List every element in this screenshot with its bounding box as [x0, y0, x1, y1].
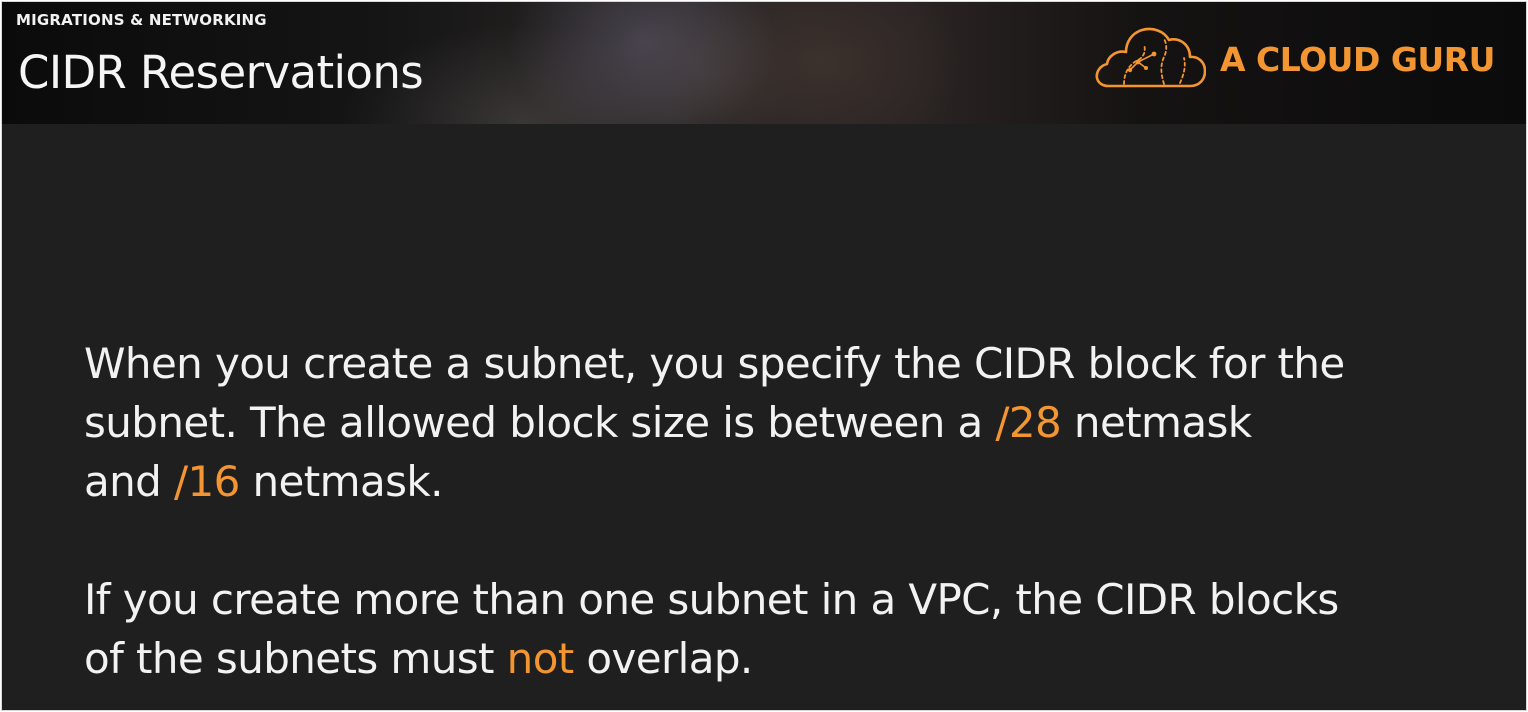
slide-frame: MIGRATIONS & NETWORKING CIDR Reservation… — [1, 1, 1527, 711]
paragraph1-line3-end: netmask. — [239, 457, 444, 506]
paragraph1-line1: When you create a subnet, you specify th… — [84, 339, 1345, 388]
netmask-16-highlight: /16 — [173, 457, 240, 506]
paragraph2-line2-text: of the subnets must — [84, 634, 507, 683]
brand-name: A CLOUD GURU — [1220, 39, 1495, 79]
paragraph1-line3-text: and — [84, 457, 174, 506]
paragraph1-line2-text: subnet. The allowed block size is betwee… — [84, 398, 996, 447]
paragraph-subnet-cidr: When you create a subnet, you specify th… — [84, 334, 1484, 511]
paragraph-overlap: If you create more than one subnet in a … — [84, 570, 1484, 688]
cloud-guru-logo-icon — [1095, 27, 1206, 88]
slide-header: MIGRATIONS & NETWORKING CIDR Reservation… — [2, 2, 1526, 124]
slide-title: CIDR Reservations — [18, 46, 424, 99]
slide-content: When you create a subnet, you specify th… — [84, 334, 1484, 688]
paragraph2-line2-end: overlap. — [573, 634, 753, 683]
paragraph2-line1: If you create more than one subnet in a … — [84, 575, 1339, 624]
section-label: MIGRATIONS & NETWORKING — [16, 11, 267, 29]
brand: A CLOUD GURU — [1094, 26, 1495, 92]
paragraph1-line2-end: netmask — [1061, 398, 1252, 447]
netmask-28-highlight: /28 — [995, 398, 1062, 447]
not-highlight: not — [506, 634, 575, 683]
